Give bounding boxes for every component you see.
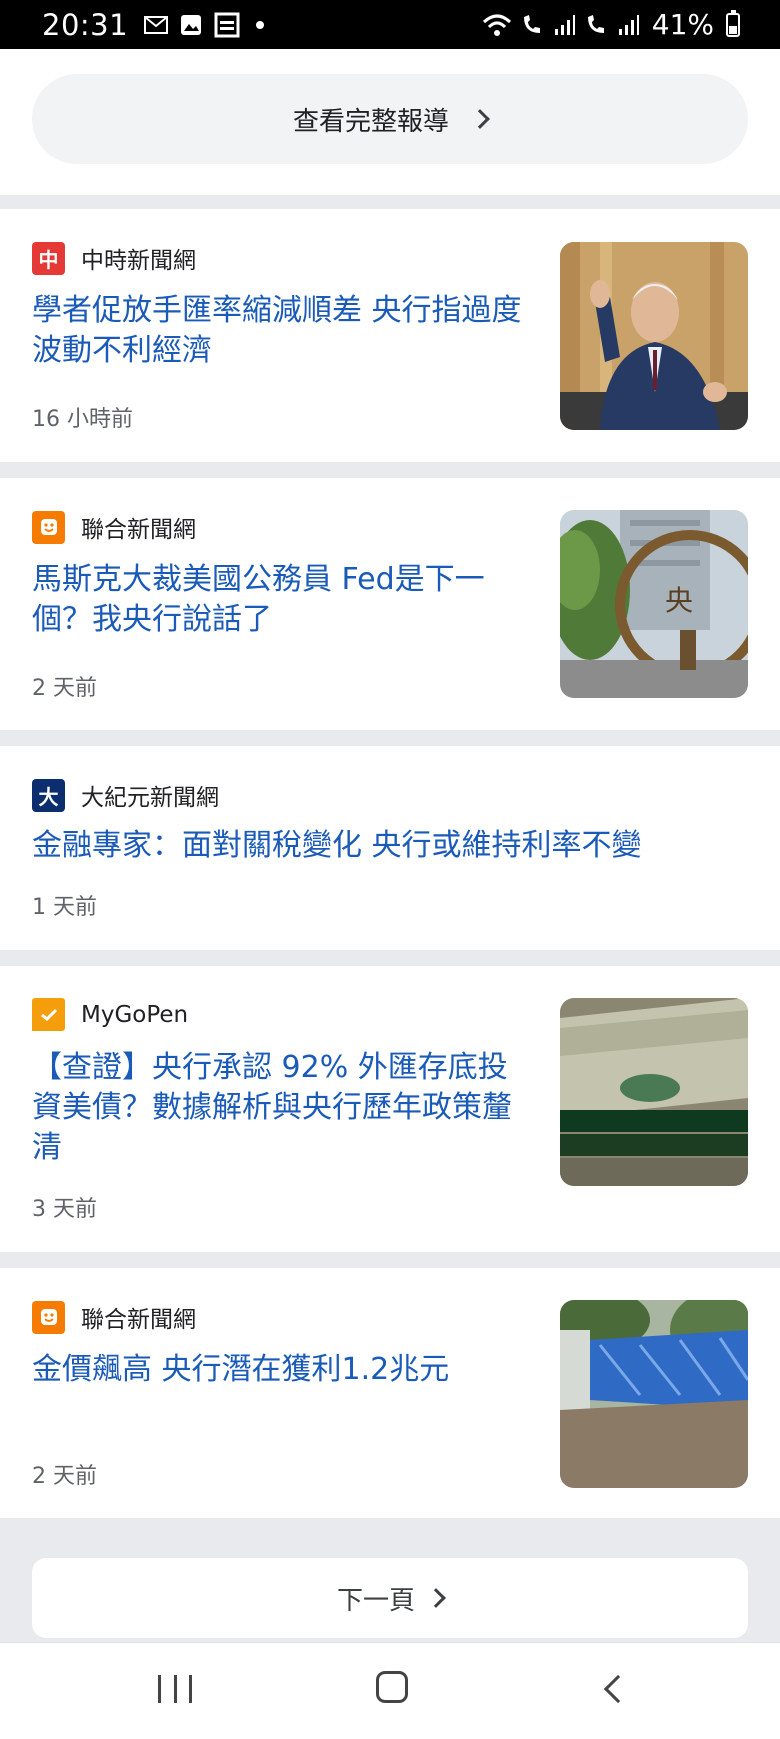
back-icon[interactable]	[603, 1674, 633, 1704]
svg-text:央: 央	[665, 584, 693, 617]
thumbnail-image	[560, 242, 748, 430]
article-time: 1 天前	[32, 895, 97, 920]
next-page-label: 下一頁	[336, 1585, 415, 1616]
article-thumbnail[interactable]	[560, 998, 748, 1186]
article-card[interactable]: 聯合新聞網 馬斯克大裁美國公務員 Fed是下一個？我央行說話了 2 天前 央	[0, 478, 780, 730]
article-card[interactable]: 聯合新聞網 金價飆高 央行潛在獲利1.2兆元 2 天前	[0, 1268, 780, 1518]
divider	[0, 950, 780, 966]
udn-logo-icon	[32, 1300, 65, 1334]
article-time: 2 天前	[32, 1464, 97, 1489]
article-time: 3 天前	[32, 1197, 97, 1222]
divider	[0, 730, 780, 746]
thumbnail-image	[560, 1300, 748, 1488]
article-thumbnail[interactable]	[560, 1300, 748, 1488]
battery-percent: 41%	[651, 8, 714, 41]
source-name: 聯合新聞網	[81, 1307, 196, 1333]
pagination-area: 下一頁	[0, 1518, 780, 1642]
udn-logo-icon	[32, 510, 65, 544]
mail-icon	[144, 15, 169, 34]
chevron-right-icon	[426, 1588, 446, 1608]
article-headline[interactable]: 【查證】央行承認 92% 外匯存底投資美債？數據解析與央行歷年政策釐清	[32, 1048, 532, 1168]
status-bar: 20:31 41%	[0, 0, 780, 49]
source-row: 聯合新聞網	[32, 510, 196, 544]
system-nav-bar	[0, 1642, 780, 1739]
home-icon[interactable]	[376, 1671, 408, 1703]
article-headline[interactable]: 馬斯克大裁美國公務員 Fed是下一個？我央行說話了	[32, 560, 532, 640]
article-thumbnail[interactable]	[560, 242, 748, 430]
article-time: 2 天前	[32, 676, 97, 701]
next-page-button[interactable]: 下一頁	[32, 1558, 748, 1638]
thumbnail-image	[560, 998, 748, 1186]
gallery-icon	[181, 14, 202, 35]
source-name: 中時新聞網	[81, 248, 196, 274]
article-card[interactable]: MyGoPen 【查證】央行承認 92% 外匯存底投資美債？數據解析與央行歷年政…	[0, 966, 780, 1252]
source-logo-icon: 中	[32, 241, 65, 275]
wifi-icon	[482, 14, 511, 36]
source-name: 大紀元新聞網	[81, 785, 219, 811]
more-notifications-dot	[256, 20, 265, 29]
article-thumbnail[interactable]: 央	[560, 510, 748, 698]
recent-apps-icon[interactable]	[158, 1675, 192, 1703]
full-coverage-section: 查看完整報導	[0, 49, 780, 195]
status-right: 41%	[482, 8, 740, 41]
article-headline[interactable]: 學者促放手匯率縮減順差 央行指過度波動不利經濟	[32, 291, 532, 371]
notification-icons	[144, 12, 265, 38]
source-row: 聯合新聞網	[32, 1300, 196, 1334]
article-headline[interactable]: 金價飆高 央行潛在獲利1.2兆元	[32, 1350, 532, 1390]
article-time: 16 小時前	[32, 407, 133, 432]
volte-call-icon	[523, 14, 540, 33]
source-name: 聯合新聞網	[81, 517, 196, 543]
source-logo-icon: 大	[32, 778, 65, 812]
signal-icon-1	[554, 14, 575, 35]
article-headline[interactable]: 金融專家：面對關稅變化 央行或維持利率不變	[32, 826, 748, 866]
source-row: 大 大紀元新聞網	[32, 778, 219, 812]
mygopen-logo-icon	[32, 998, 65, 1031]
full-coverage-button[interactable]: 查看完整報導	[32, 74, 748, 164]
divider	[0, 195, 780, 209]
divider	[0, 462, 780, 478]
source-row: MyGoPen	[32, 998, 188, 1031]
article-card[interactable]: 大 大紀元新聞網 金融專家：面對關稅變化 央行或維持利率不變 1 天前	[0, 746, 780, 950]
signal-icon-2	[618, 14, 639, 35]
chevron-right-icon	[470, 109, 490, 129]
divider	[0, 1252, 780, 1268]
article-card[interactable]: 中 中時新聞網 學者促放手匯率縮減順差 央行指過度波動不利經濟 16 小時前	[0, 209, 780, 462]
calendar-icon	[214, 12, 240, 37]
thumbnail-image: 央	[560, 510, 748, 698]
full-coverage-label: 查看完整報導	[292, 106, 449, 137]
status-time: 20:31	[42, 7, 129, 42]
source-row: 中 中時新聞網	[32, 241, 196, 275]
source-name: MyGoPen	[81, 1001, 189, 1028]
battery-icon	[726, 9, 740, 37]
volte-call-icon-2	[587, 14, 604, 33]
